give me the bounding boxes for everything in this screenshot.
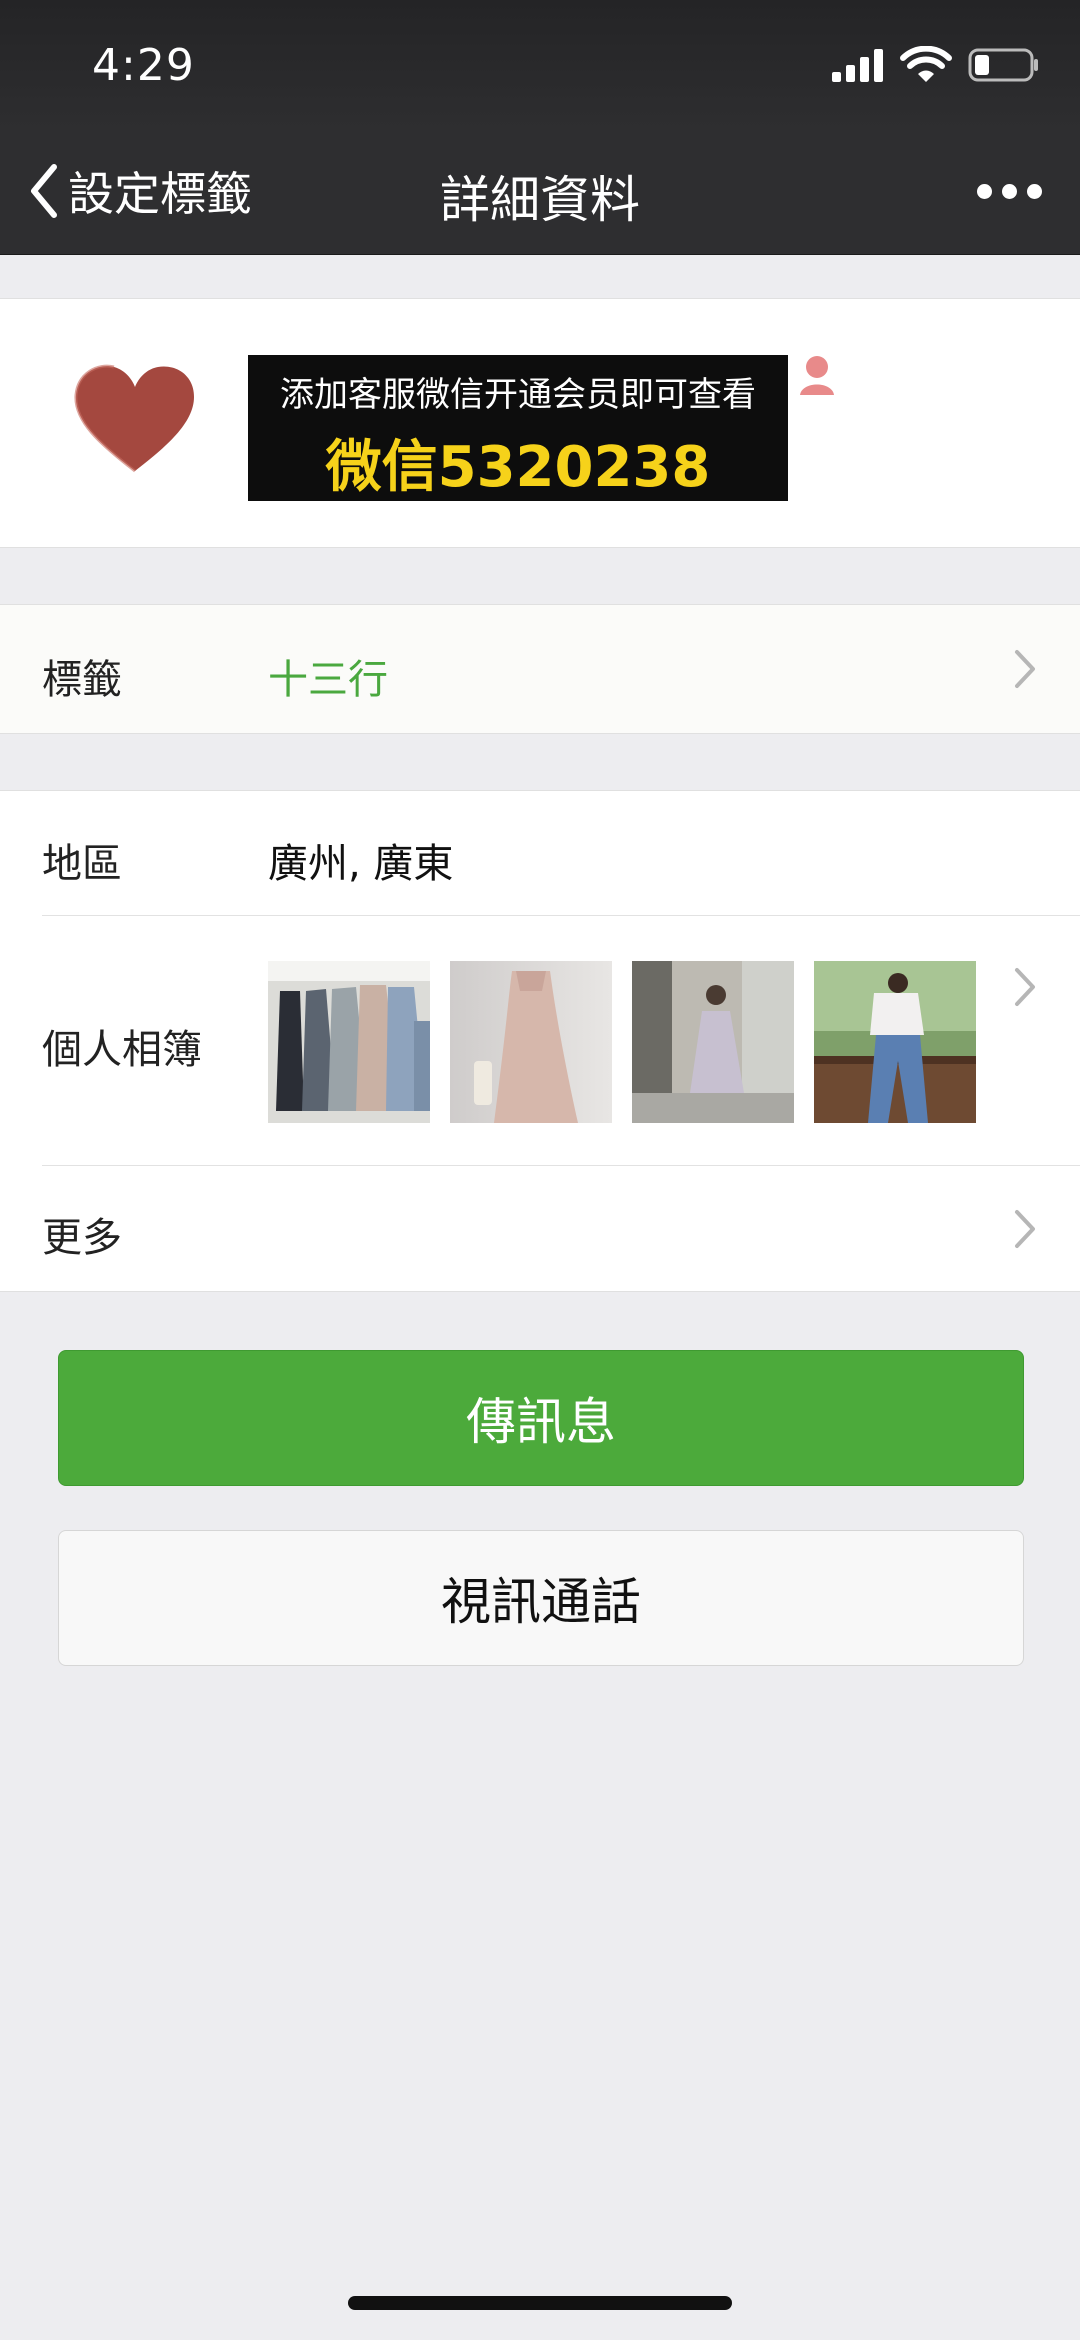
row-divider bbox=[42, 1165, 1080, 1166]
dot-icon bbox=[1002, 184, 1017, 199]
chevron-right-icon bbox=[1015, 1210, 1035, 1248]
status-time: 4:29 bbox=[92, 40, 195, 91]
row-divider bbox=[42, 915, 1080, 916]
wifi-icon bbox=[900, 46, 952, 82]
send-message-button[interactable]: 傳訊息 bbox=[58, 1350, 1024, 1486]
more-label: 更多 bbox=[42, 1215, 122, 1261]
status-icons bbox=[830, 46, 1040, 84]
video-call-button[interactable]: 視訊通話 bbox=[58, 1530, 1024, 1666]
promo-overlay-banner: 添加客服微信开通会员即可查看 微信5320238 bbox=[248, 355, 788, 501]
female-gender-icon bbox=[800, 356, 834, 395]
chevron-right-icon bbox=[1015, 968, 1035, 1006]
profile-card[interactable]: 添加客服微信开通会员即可查看 微信5320238 bbox=[0, 298, 1080, 548]
dot-icon bbox=[977, 184, 992, 199]
region-label: 地區 bbox=[42, 841, 122, 887]
avatar[interactable] bbox=[70, 359, 200, 479]
tag-row[interactable]: 標籤 十三行 bbox=[0, 604, 1080, 734]
status-bar: 4:29 bbox=[0, 0, 1080, 132]
album-photo[interactable] bbox=[632, 961, 794, 1123]
dot-icon bbox=[1027, 184, 1042, 199]
album-photo[interactable] bbox=[450, 961, 612, 1123]
album-photo[interactable] bbox=[268, 961, 430, 1123]
home-indicator bbox=[348, 2296, 732, 2310]
signal-icon bbox=[832, 49, 883, 82]
battery-icon bbox=[968, 48, 1038, 82]
album-photo[interactable] bbox=[814, 961, 976, 1123]
tag-value: 十三行 bbox=[268, 657, 388, 703]
more-options-button[interactable] bbox=[977, 184, 1042, 199]
info-card: 地區 廣州, 廣東 個人相簿 更多 bbox=[0, 790, 1080, 1292]
page-title: 詳細資料 bbox=[440, 171, 640, 229]
promo-text: 添加客服微信开通会员即可查看 bbox=[280, 375, 756, 415]
nav-bar: 設定標籤 詳細資料 bbox=[0, 132, 1080, 255]
chevron-right-icon bbox=[1015, 650, 1035, 688]
album-thumbnails bbox=[268, 961, 976, 1123]
region-value: 廣州, 廣東 bbox=[268, 841, 454, 887]
tag-label: 標籤 bbox=[42, 657, 122, 703]
promo-wechat-id: 微信5320238 bbox=[325, 435, 711, 500]
album-label: 個人相簿 bbox=[42, 1027, 202, 1073]
